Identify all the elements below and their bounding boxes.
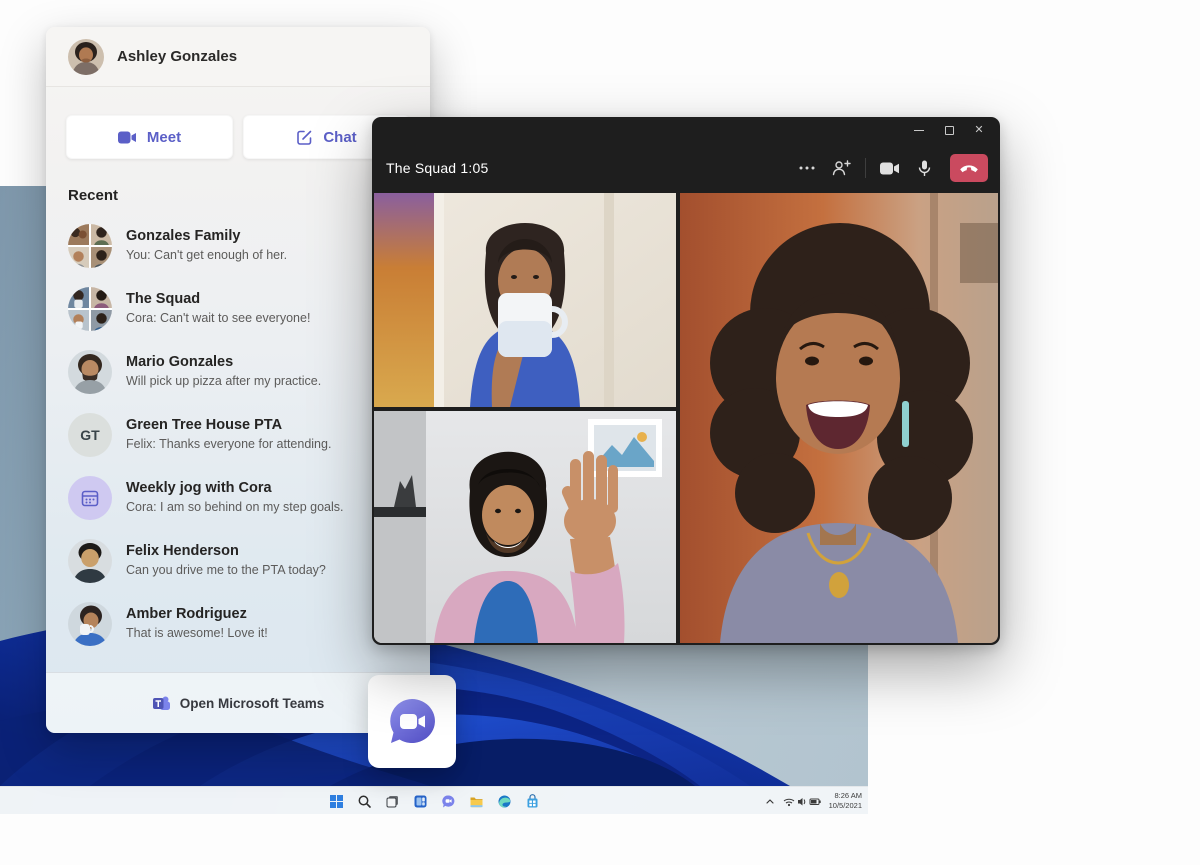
call-title: The Squad 1:05 [386,160,488,176]
hang-up-button[interactable] [950,154,988,182]
add-people-icon[interactable] [826,154,856,182]
conversation-title: Weekly jog with Cora [126,479,343,499]
person-avatar [68,539,112,583]
store-icon[interactable] [522,791,543,812]
compose-icon [296,129,313,146]
tray-time: 8:26 AM [829,791,862,801]
open-teams-label: Open Microsoft Teams [180,696,325,711]
conversation-title: Mario Gonzales [126,353,321,373]
avatar-initials: GT [68,413,112,457]
search-icon[interactable] [354,791,375,812]
meet-button[interactable]: Meet [66,115,233,159]
calendar-avatar [68,476,112,520]
call-header: The Squad 1:05 [372,143,1000,193]
tray-status-icons[interactable] [783,796,823,807]
widgets-icon[interactable] [410,791,431,812]
hang-up-icon [959,162,979,174]
microphone-icon[interactable] [909,154,939,182]
start-icon[interactable] [326,791,347,812]
chat-button-label: Chat [323,129,356,146]
video-tile-woman-laughing [680,193,998,643]
camera-icon[interactable] [875,154,905,182]
initials-avatar: GT [68,413,112,457]
taskbar-icons [326,787,543,815]
user-name: Ashley Gonzales [117,48,237,65]
conversation-title: Gonzales Family [126,227,287,247]
system-tray[interactable]: 8:26 AM 10/5/2021 [763,787,864,815]
window-controls: ✕ [372,117,1000,143]
conversation-title: Felix Henderson [126,542,326,562]
toolbar-divider [865,158,866,178]
group-avatar [68,224,112,268]
close-icon[interactable]: ✕ [964,119,994,141]
tray-clock[interactable]: 8:26 AM 10/5/2021 [829,791,864,811]
person-avatar [68,602,112,646]
conversation-preview: You: Can't get enough of her. [126,247,287,264]
video-tile-man-waving [374,411,676,643]
group-avatar [68,287,112,331]
teams-video-chat-bubble-icon [383,693,441,751]
flyout-header: Ashley Gonzales [46,27,430,87]
taskbar: 8:26 AM 10/5/2021 [0,786,868,814]
video-camera-icon [118,131,137,144]
conversation-preview: Cora: Can't wait to see everyone! [126,310,310,327]
edge-icon[interactable] [494,791,515,812]
conversation-preview: Cora: I am so behind on my step goals. [126,499,343,516]
conversation-title: Amber Rodriguez [126,605,268,625]
conversation-title: Green Tree House PTA [126,416,331,436]
video-tile-woman-drinking [374,193,676,407]
teams-launcher-card[interactable] [368,675,456,768]
conversation-preview: Can you drive me to the PTA today? [126,562,326,579]
call-window: ✕ The Squad 1:05 [372,117,1000,645]
conversation-preview: That is awesome! Love it! [126,625,268,642]
more-icon[interactable] [792,154,822,182]
conversation-preview: Felix: Thanks everyone for attending. [126,436,331,453]
maximize-icon[interactable] [934,119,964,141]
call-toolbar [792,154,988,182]
minimize-icon[interactable] [904,119,934,141]
calendar-icon [80,488,100,508]
person-avatar [68,350,112,394]
avatar [68,39,104,75]
chevron-up-icon[interactable] [763,796,777,807]
task-view-icon[interactable] [382,791,403,812]
teams-logo-icon [152,694,171,713]
conversation-title: The Squad [126,290,310,310]
meet-button-label: Meet [147,129,181,146]
file-explorer-icon[interactable] [466,791,487,812]
tray-date: 10/5/2021 [829,801,862,811]
chat-icon[interactable] [438,791,459,812]
conversation-preview: Will pick up pizza after my practice. [126,373,321,390]
